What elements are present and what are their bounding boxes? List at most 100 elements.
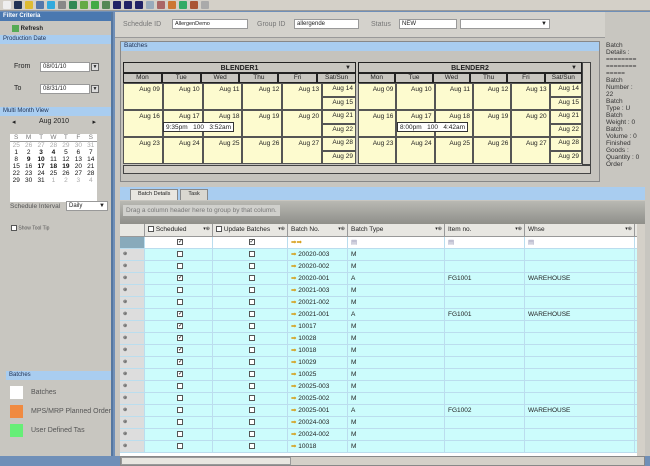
column-header[interactable]: Batch No. ▾⊕ [288, 224, 348, 236]
mini-calendar-day[interactable]: 23 [22, 170, 34, 177]
update-batches-checkbox[interactable] [248, 407, 255, 414]
scheduled-checkbox[interactable]: ✓ [177, 335, 183, 342]
mini-calendar-day[interactable]: 5 [60, 149, 72, 156]
table-row[interactable]: ⊕ ➡ 20024-002 M [120, 429, 645, 441]
scheduled-checkbox[interactable] [177, 299, 183, 306]
expand-row-button[interactable]: ⊕ [120, 297, 145, 308]
table-row[interactable]: ⊕ ➡ 20021-003 M [120, 285, 645, 297]
mini-calendar-day[interactable]: 26 [22, 142, 34, 149]
calendar-hscroll[interactable] [123, 165, 591, 174]
calendar-day-cell[interactable]: Aug 10 [162, 83, 203, 110]
calendar-day-cell[interactable]: Aug 09 [358, 83, 397, 110]
mini-calendar-day[interactable]: 28 [85, 170, 97, 177]
from-date-dropdown[interactable]: ▼ [91, 63, 99, 71]
mini-calendar-day[interactable]: 25 [10, 142, 22, 149]
calendar-day-cell[interactable]: Aug 29 [322, 150, 356, 164]
scheduled-checkbox[interactable] [177, 419, 183, 426]
expand-row-button[interactable]: ⊕ [120, 309, 145, 320]
calendar-day-cell[interactable]: Aug 22 [549, 123, 582, 137]
schedule-interval-select[interactable]: Daily ▼ [66, 201, 108, 211]
calendar-day-cell[interactable]: Aug 28 [322, 137, 356, 151]
update-batches-checkbox[interactable] [248, 311, 255, 318]
calendar-day-cell[interactable]: Aug 15 [322, 96, 356, 110]
expand-row-button[interactable]: ⊕ [120, 273, 145, 284]
calendar-day-cell[interactable]: Aug 16 [123, 110, 163, 137]
tab-batch-details[interactable]: Batch Details [130, 189, 179, 200]
from-date-input[interactable]: 08/01/10 [40, 62, 90, 72]
table-row[interactable]: ⊕ ✓ ➡ 20020-001 A FG1001 WAREHOUSE [120, 273, 645, 285]
scheduled-checkbox[interactable] [177, 383, 183, 390]
grid-vscroll[interactable] [637, 224, 645, 456]
table-row[interactable]: ⊕ ✓ ➡ 10018 M [120, 345, 645, 357]
table-row[interactable]: ⊕ ➡ 20021-002 M [120, 297, 645, 309]
blender-dropdown-icon[interactable]: ▼ [345, 63, 351, 74]
calendar-day-cell[interactable]: Aug 13 [511, 83, 550, 110]
update-batches-checkbox[interactable] [248, 443, 255, 450]
calendar-day-cell[interactable]: Aug 21 [549, 110, 582, 124]
scheduled-checkbox[interactable]: ✓ [177, 311, 183, 318]
mini-calendar-day[interactable]: 11 [47, 156, 59, 163]
scheduled-checkbox[interactable]: ✓ [177, 371, 183, 378]
blender-dropdown-icon[interactable]: ▼ [571, 63, 577, 74]
group-by-area[interactable]: Drag a column header here to group by th… [120, 201, 645, 225]
scheduled-checkbox[interactable] [177, 287, 183, 294]
search-icon[interactable] [36, 1, 44, 9]
update-batches-checkbox[interactable] [248, 395, 255, 402]
expand-row-button[interactable]: ⊕ [120, 345, 145, 356]
scheduled-checkbox[interactable] [177, 251, 183, 258]
tab-task[interactable]: Task [180, 189, 208, 200]
mini-calendar-day[interactable]: 29 [10, 177, 22, 184]
calendar-vscroll[interactable] [582, 62, 591, 165]
expand-row-button[interactable]: ⊕ [120, 405, 145, 416]
next-month-button[interactable]: ▸ [92, 118, 96, 126]
export-icon[interactable] [80, 1, 88, 9]
status-input[interactable]: NEW [399, 19, 457, 29]
expand-row-button[interactable]: ⊕ [120, 441, 145, 452]
calendar-day-cell[interactable]: Aug 15 [549, 96, 582, 110]
batch-event[interactable]: 9:35pm 100 3:52am [163, 122, 235, 132]
mini-calendar-day[interactable]: 25 [47, 170, 59, 177]
grid-hscroll[interactable] [120, 456, 645, 466]
save-icon[interactable] [14, 1, 22, 9]
update-batches-checkbox[interactable] [248, 431, 255, 438]
expand-row-button[interactable]: ⊕ [120, 417, 145, 428]
doc-icon[interactable] [201, 1, 209, 9]
mini-calendar-day[interactable]: 4 [85, 177, 97, 184]
mini-calendar-day[interactable]: 27 [35, 142, 47, 149]
column-header[interactable]: Update Batches ▾⊕ [213, 224, 288, 236]
mini-calendar-day[interactable]: 10 [35, 156, 47, 163]
db-icon[interactable] [47, 1, 55, 9]
calendar-day-cell[interactable]: Aug 26 [472, 137, 512, 164]
list-icon[interactable] [146, 1, 154, 9]
calendar-day-cell[interactable]: Aug 23 [123, 137, 163, 164]
calendar-day-cell[interactable]: Aug 14 [549, 83, 582, 97]
mini-calendar-day[interactable]: 12 [60, 156, 72, 163]
calendar-day-cell[interactable]: Aug 25 [434, 137, 473, 164]
mini-calendar-day[interactable]: 2 [60, 177, 72, 184]
mini-calendar-day[interactable]: 24 [35, 170, 47, 177]
mini-calendar-day[interactable]: 17 [35, 163, 47, 170]
scheduled-checkbox[interactable]: ✓ [177, 275, 183, 282]
calendar-1-icon[interactable] [135, 1, 143, 9]
import-icon[interactable] [91, 1, 99, 9]
mini-calendar-day[interactable]: 29 [60, 142, 72, 149]
scheduled-checkbox[interactable]: ✓ [177, 359, 183, 366]
column-header[interactable]: Item no. ▾⊕ [445, 224, 525, 236]
show-tooltip-checkbox[interactable]: Show Tool Tip [11, 225, 49, 231]
mini-calendar-day[interactable]: 30 [72, 142, 84, 149]
status-dropdown[interactable]: ▼ [460, 19, 550, 29]
table-row[interactable]: ⊕ ✓ ➡ 10028 M [120, 333, 645, 345]
update-batches-checkbox[interactable] [248, 347, 255, 354]
update-batches-checkbox[interactable] [248, 323, 255, 330]
calendar-day-cell[interactable]: Aug 19 [472, 110, 512, 137]
scheduled-checkbox[interactable] [177, 263, 183, 270]
schedule-id-input[interactable]: AllergenDemo [172, 19, 248, 29]
calendar-day-cell[interactable]: Aug 11 [434, 83, 473, 110]
calendar-day-cell[interactable]: Aug 25 [202, 137, 243, 164]
expand-row-button[interactable]: ⊕ [120, 393, 145, 404]
table-row[interactable]: ⊕ ✓ ➡ 20021-001 A FG1001 WAREHOUSE [120, 309, 645, 321]
batch-event[interactable]: 8:00pm 100 4:42am [397, 122, 469, 132]
scheduled-checkbox[interactable]: ✓ [177, 347, 183, 354]
group-id-input[interactable]: allergende [294, 19, 359, 29]
table-row[interactable]: ⊕ ➡ 20020-003 M [120, 249, 645, 261]
